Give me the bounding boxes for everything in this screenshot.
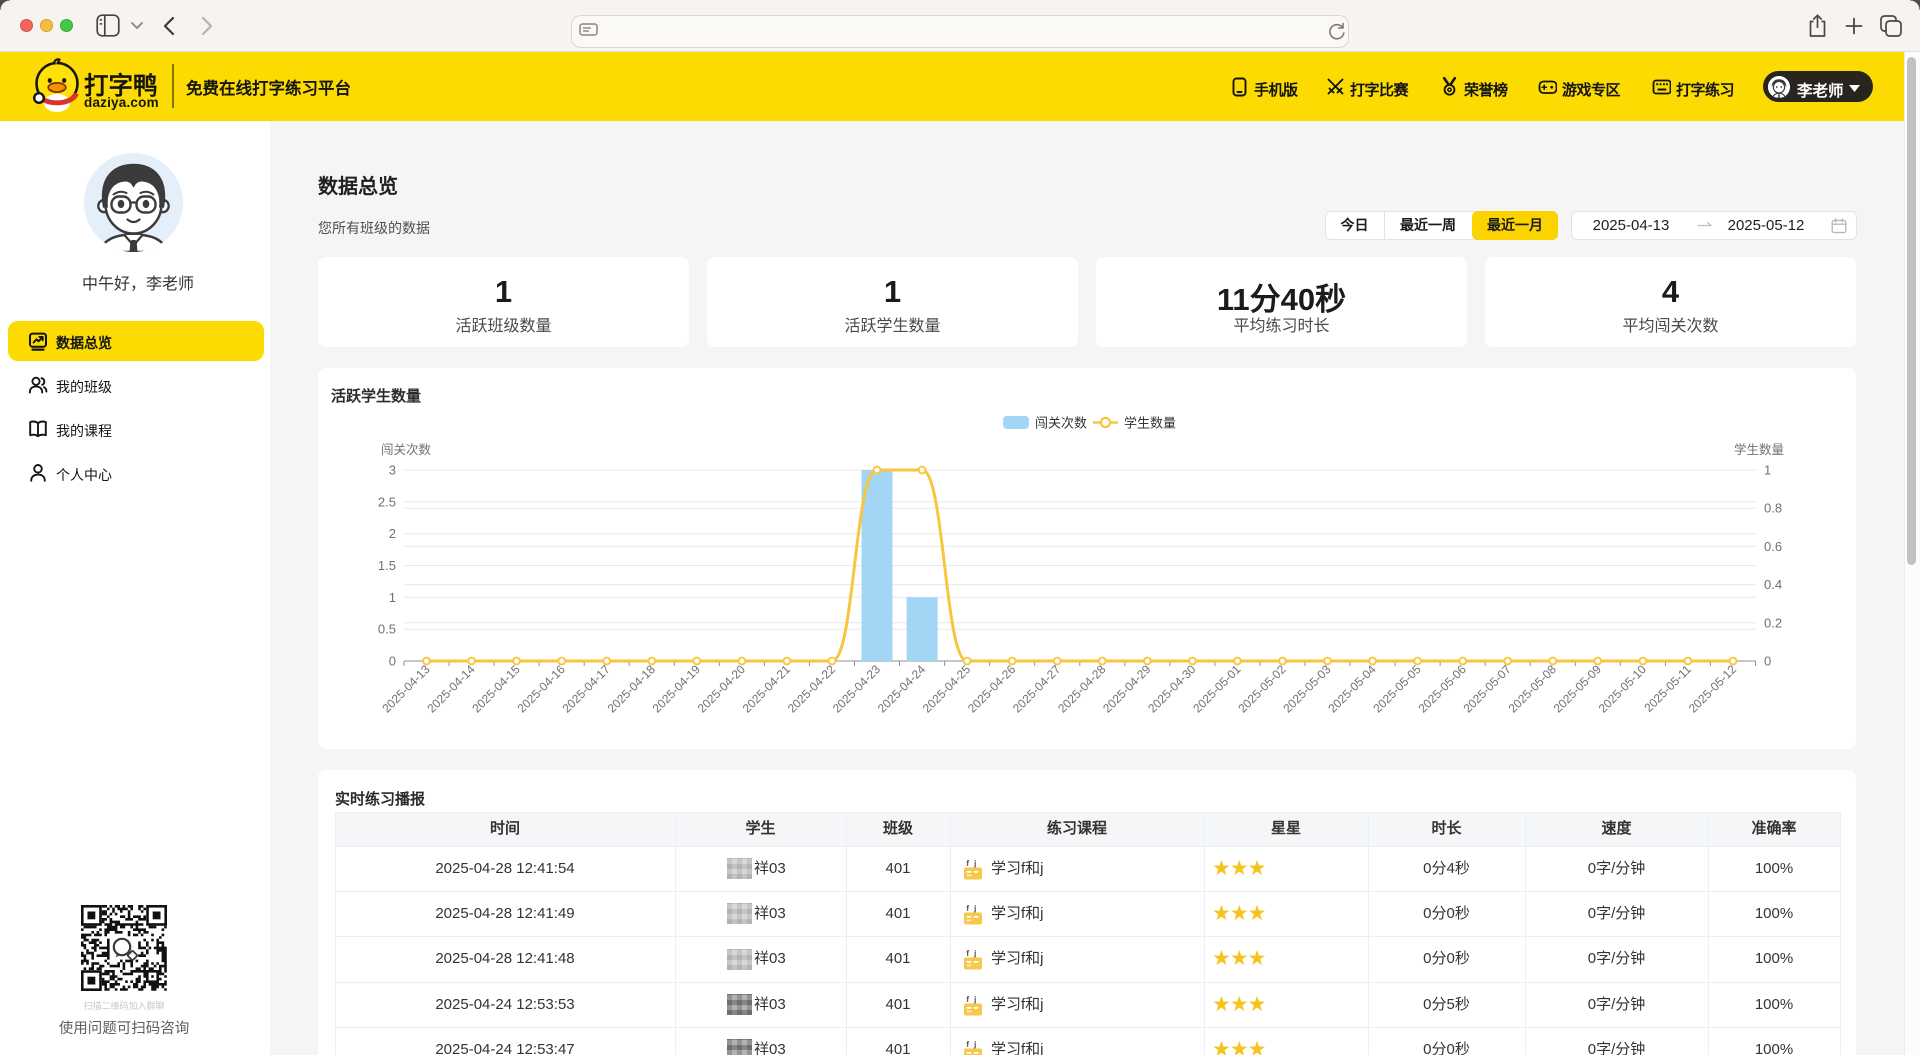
svg-text:f: f <box>966 994 969 1004</box>
svg-text:j: j <box>973 948 976 958</box>
svg-text:闯关次数: 闯关次数 <box>381 442 432 457</box>
svg-text:2.5: 2.5 <box>378 494 396 509</box>
svg-text:2025-05-12: 2025-05-12 <box>1686 662 1740 716</box>
svg-text:1: 1 <box>389 590 396 605</box>
svg-text:活跃学生数量: 活跃学生数量 <box>331 387 421 405</box>
svg-text:2025-04-23: 2025-04-23 <box>830 662 884 716</box>
svg-text:1.5: 1.5 <box>378 558 396 573</box>
svg-text:2: 2 <box>389 526 396 541</box>
svg-text:2025-05-01: 2025-05-01 <box>1190 662 1244 716</box>
svg-text:2025-04-25: 2025-04-25 <box>920 662 974 716</box>
svg-text:j: j <box>973 1039 976 1049</box>
svg-text:学生数量: 学生数量 <box>1734 442 1784 457</box>
svg-text:f: f <box>966 1039 969 1049</box>
svg-text:2025-05-07: 2025-05-07 <box>1461 662 1515 716</box>
svg-text:0: 0 <box>1764 654 1771 669</box>
svg-text:2025-05-10: 2025-05-10 <box>1596 662 1650 716</box>
svg-text:2025-04-15: 2025-04-15 <box>469 662 523 716</box>
svg-text:2025-04-27: 2025-04-27 <box>1010 662 1064 716</box>
svg-text:2025-04-21: 2025-04-21 <box>740 662 794 716</box>
svg-text:2025-04-17: 2025-04-17 <box>560 662 614 716</box>
svg-text:0.4: 0.4 <box>1764 577 1782 592</box>
svg-text:2025-04-19: 2025-04-19 <box>650 662 704 716</box>
svg-text:j: j <box>973 994 976 1004</box>
svg-text:0.5: 0.5 <box>378 622 396 637</box>
svg-text:f: f <box>966 948 969 958</box>
svg-text:闯关次数: 闯关次数 <box>1035 416 1087 431</box>
svg-text:j: j <box>973 903 976 913</box>
svg-text:3: 3 <box>389 463 396 478</box>
svg-text:2025-05-03: 2025-05-03 <box>1280 662 1334 716</box>
svg-text:2025-05-09: 2025-05-09 <box>1551 662 1605 716</box>
svg-text:j: j <box>973 858 976 868</box>
svg-text:0.6: 0.6 <box>1764 539 1782 554</box>
svg-text:0.2: 0.2 <box>1764 615 1782 630</box>
svg-text:0.8: 0.8 <box>1764 501 1782 516</box>
svg-text:2025-05-05: 2025-05-05 <box>1370 662 1424 716</box>
svg-text:f: f <box>966 903 969 913</box>
svg-text:0: 0 <box>389 654 396 669</box>
svg-text:学生数量: 学生数量 <box>1124 416 1176 431</box>
svg-text:1: 1 <box>1764 463 1771 478</box>
svg-text:2025-04-13: 2025-04-13 <box>379 662 433 716</box>
svg-text:2025-04-29: 2025-04-29 <box>1100 662 1154 716</box>
svg-text:f: f <box>966 858 969 868</box>
